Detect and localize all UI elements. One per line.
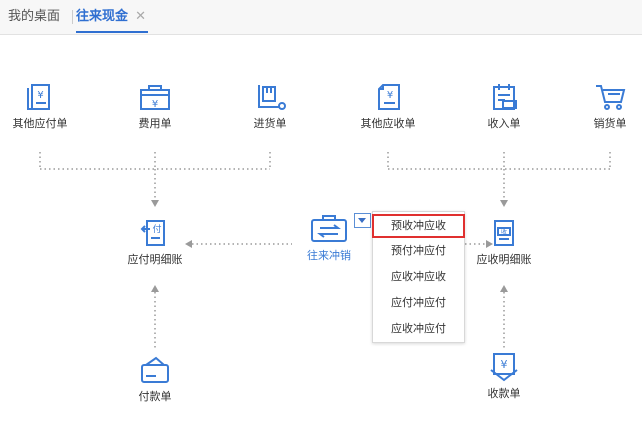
payable-detail-label: 应付明细账 [127, 253, 183, 266]
svg-text:¥: ¥ [501, 358, 508, 371]
offset-type-menu: 预收冲应收 预付冲应付 应收冲应收 应付冲应付 应收冲应付 [372, 211, 465, 343]
receipt-node[interactable]: ¥ 收款单 [464, 352, 544, 401]
other-payable-label: 其他应付单 [12, 117, 68, 130]
svg-text:¥: ¥ [387, 90, 393, 101]
income-node[interactable]: 收入单 [464, 82, 544, 131]
svg-text:¥: ¥ [37, 90, 43, 101]
purchase-node[interactable]: 进货单 [230, 82, 310, 131]
receivable-ledger-icon: 收 [494, 220, 514, 246]
expense-node[interactable]: ¥ 费用单 [115, 82, 195, 131]
payable-ledger-icon: 付 [140, 220, 165, 246]
svg-text:收: 收 [501, 228, 507, 236]
other-payable-node[interactable]: ¥ 其他应付单 [0, 82, 80, 131]
other-receivable-node[interactable]: ¥ 其他应收单 [348, 82, 428, 131]
sales-node[interactable]: 销货单 [570, 82, 642, 131]
exchange-briefcase-icon [311, 215, 347, 242]
payable-detail-node[interactable]: 付 应付明细账 [115, 218, 195, 267]
payment-label: 付款单 [138, 390, 172, 403]
shopping-cart-icon [596, 85, 626, 110]
menu-item-payable-offset-payable[interactable]: 应付冲应付 [373, 291, 464, 315]
cart-box-icon [258, 85, 286, 110]
expense-label: 费用单 [138, 117, 172, 130]
svg-text:付: 付 [152, 224, 161, 235]
menu-item-receivable-offset-payable[interactable]: 应收冲应付 [373, 317, 464, 341]
receivable-detail-node[interactable]: 收 应收明细账 [464, 218, 544, 267]
chevron-down-icon[interactable] [354, 213, 371, 228]
menu-item-advance-receipt-offset[interactable]: 预收冲应收 [372, 214, 465, 238]
menu-item-receivable-offset-receivable[interactable]: 应收冲应收 [373, 265, 464, 289]
receipt-yuan-icon: ¥ [490, 353, 518, 382]
sales-label: 销货单 [593, 117, 627, 130]
offset-label: 往来冲销 [307, 249, 351, 262]
receivable-detail-label: 应收明细账 [476, 253, 532, 266]
calendar-ticket-icon [493, 84, 517, 110]
wallet-icon [141, 356, 169, 383]
other-receivable-label: 其他应收单 [360, 117, 416, 130]
svg-text:¥: ¥ [152, 99, 158, 110]
other-payable-icon: ¥ [27, 84, 50, 110]
other-receivable-icon: ¥ [378, 84, 400, 110]
briefcase-yuan-icon: ¥ [140, 85, 170, 110]
purchase-label: 进货单 [253, 117, 287, 130]
income-label: 收入单 [487, 117, 521, 130]
receipt-label: 收款单 [487, 387, 521, 400]
payment-node[interactable]: 付款单 [115, 355, 195, 404]
menu-item-advance-payment-offset[interactable]: 预付冲应付 [373, 239, 464, 263]
